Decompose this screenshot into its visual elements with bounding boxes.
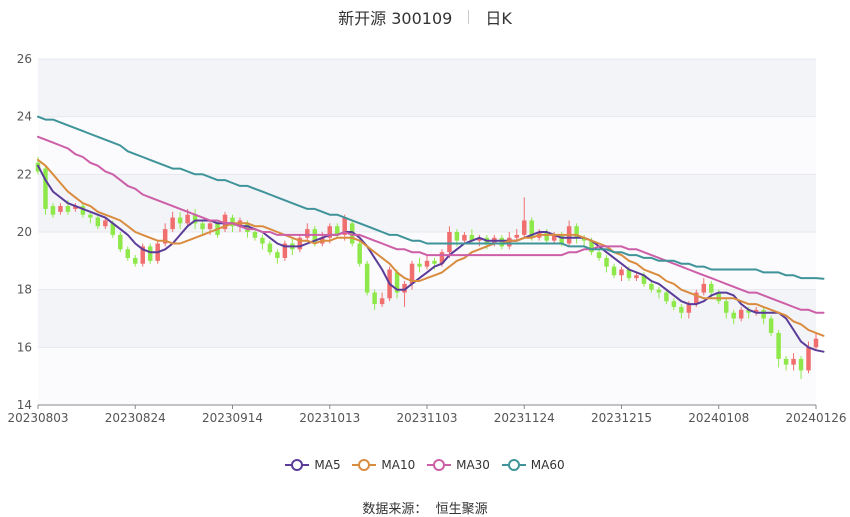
- candle-body: [656, 289, 662, 293]
- data-source: 数据来源： 恒生聚源: [0, 498, 850, 517]
- candle-body: [424, 260, 430, 267]
- y-tick-label: 24: [17, 110, 32, 124]
- candle-body: [379, 298, 385, 305]
- candle-body: [731, 312, 736, 319]
- legend-label-ma10: MA10: [381, 458, 416, 472]
- grid-band: [38, 347, 816, 405]
- candle-body: [170, 217, 175, 230]
- legend-marker-ma5-icon: [285, 458, 310, 472]
- candle-body: [604, 257, 609, 267]
- legend-item-ma60[interactable]: MA60: [501, 458, 565, 472]
- candle-body: [133, 257, 138, 264]
- legend: MA5 MA10 MA30 MA60: [0, 458, 850, 475]
- y-tick-label: 14: [17, 398, 32, 412]
- candle-body: [200, 223, 205, 230]
- y-axis: 14 16 18 20 22 24 26: [17, 52, 32, 412]
- candle-body: [58, 206, 63, 212]
- x-tick-label: 20240126: [785, 411, 846, 425]
- candle-body: [522, 220, 527, 235]
- candle-body: [671, 301, 677, 307]
- candle-body: [65, 206, 71, 212]
- candle-body: [634, 275, 639, 279]
- candle-body: [514, 234, 520, 238]
- x-tick-label: 20230803: [7, 411, 68, 425]
- legend-label-ma60: MA60: [530, 458, 565, 472]
- candle-body: [454, 232, 460, 241]
- y-tick-label: 26: [17, 52, 32, 66]
- candle-body: [43, 168, 48, 209]
- y-tick-label: 18: [17, 283, 32, 297]
- grid-band: [38, 59, 816, 117]
- candle-body: [447, 232, 452, 253]
- candle-body: [664, 292, 669, 302]
- candle-body: [462, 234, 467, 241]
- candle-body: [372, 292, 377, 305]
- x-tick-label: 20231013: [299, 411, 360, 425]
- candle-body: [177, 217, 183, 224]
- candle-body: [252, 232, 258, 238]
- candle-body: [776, 332, 781, 359]
- grid-band: [38, 116, 816, 175]
- candle-body: [709, 283, 714, 293]
- y-tick-label: 22: [17, 167, 32, 181]
- x-axis: 20230803 20230824 20230914 20231013 20231103…: [7, 404, 847, 425]
- candle-body: [260, 237, 265, 244]
- candle-body: [364, 263, 370, 293]
- candle-body: [305, 229, 310, 238]
- candle-body: [611, 266, 617, 276]
- kline-chart: 14161820222426 20230803 20230824 20230914 2…: [7, 52, 847, 425]
- legend-marker-ma30-icon: [427, 458, 452, 472]
- candle-body: [813, 338, 819, 348]
- candle-body: [761, 309, 766, 319]
- legend-marker-ma60-icon: [501, 458, 526, 472]
- candle-body: [596, 252, 602, 258]
- candle-body: [686, 304, 692, 313]
- grid-band: [38, 174, 816, 232]
- legend-item-ma5[interactable]: MA5: [285, 458, 341, 472]
- candle-body: [417, 263, 422, 267]
- x-tick-label: 20230824: [105, 411, 166, 425]
- candle-body: [768, 318, 774, 333]
- legend-marker-ma10-icon: [352, 458, 377, 472]
- candle-body: [207, 223, 213, 230]
- candle-body: [147, 246, 153, 261]
- candle-body: [738, 309, 744, 319]
- candle-body: [95, 217, 101, 227]
- candle-body: [783, 358, 789, 365]
- legend-item-ma10[interactable]: MA10: [352, 458, 415, 472]
- x-tick-label: 20230914: [202, 411, 263, 425]
- candle-body: [185, 214, 190, 224]
- candle-body: [275, 252, 280, 258]
- legend-label-ma30: MA30: [456, 458, 490, 472]
- legend-item-ma30[interactable]: MA30: [427, 458, 490, 472]
- candle-body: [806, 347, 811, 371]
- x-tick-label: 20231215: [591, 411, 652, 425]
- candle-body: [679, 306, 684, 313]
- legend-label-ma5: MA5: [314, 458, 341, 472]
- candle-body: [50, 206, 56, 215]
- candle-body: [723, 301, 729, 313]
- candle-body: [125, 249, 131, 258]
- candle-body: [798, 358, 804, 371]
- candle-body: [649, 283, 654, 290]
- candle-body: [118, 234, 123, 250]
- candle-body: [357, 243, 362, 264]
- x-tick-label: 20231103: [396, 411, 457, 425]
- candle-body: [701, 283, 707, 293]
- x-tick-label: 20231124: [494, 411, 555, 425]
- candle-body: [103, 220, 108, 227]
- candle-body: [88, 214, 93, 218]
- candle-body: [619, 269, 624, 276]
- candle-body: [791, 358, 796, 365]
- candle-body: [267, 243, 273, 253]
- source-label: 数据来源：: [362, 502, 428, 517]
- source-provider: 恒生聚源: [435, 502, 488, 517]
- candle-body: [432, 260, 437, 264]
- y-tick-label: 16: [17, 340, 32, 354]
- x-tick-label: 20240108: [688, 411, 749, 425]
- y-tick-label: 20: [17, 225, 32, 239]
- grid-band: [38, 289, 816, 348]
